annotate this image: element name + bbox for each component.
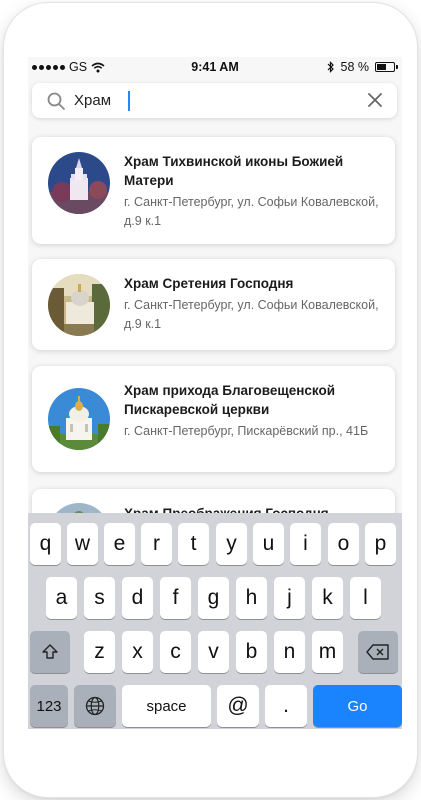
key-d[interactable]: d: [122, 577, 153, 619]
list-item[interactable]: Храм Сретения Господня г. Санкт-Петербур…: [32, 259, 395, 350]
globe-icon: [85, 696, 105, 716]
go-button[interactable]: Go: [313, 685, 402, 727]
key-x[interactable]: x: [122, 631, 153, 673]
backspace-icon: [366, 644, 389, 660]
key-o[interactable]: o: [328, 523, 359, 565]
church-photo-1: [48, 152, 110, 214]
key-i[interactable]: i: [290, 523, 321, 565]
screen: GS 9:41 AM 58 % Храм Храм Тихвинской ико…: [28, 57, 402, 729]
key-y[interactable]: y: [216, 523, 247, 565]
key-e[interactable]: e: [104, 523, 135, 565]
church-address: г. Санкт-Петербург, ул. Софьи Ковалевско…: [124, 195, 379, 228]
key-h[interactable]: h: [236, 577, 267, 619]
key-b[interactable]: b: [236, 631, 267, 673]
battery-icon: [375, 62, 398, 72]
key-l[interactable]: l: [350, 577, 381, 619]
key-n[interactable]: n: [274, 631, 305, 673]
key-m[interactable]: m: [312, 631, 343, 673]
key-k[interactable]: k: [312, 577, 343, 619]
search-input[interactable]: [74, 88, 324, 113]
church-title: Храм прихода Благовещенской Пискаревской…: [124, 383, 336, 417]
key-q[interactable]: q: [30, 523, 61, 565]
status-bar: GS 9:41 AM 58 %: [28, 57, 402, 77]
dot-key[interactable]: .: [265, 685, 307, 727]
key-s[interactable]: s: [84, 577, 115, 619]
phone-frame: GS 9:41 AM 58 % Храм Храм Тихвинской ико…: [4, 3, 417, 797]
key-t[interactable]: t: [178, 523, 209, 565]
church-address: г. Санкт-Петербург, ул. Софьи Ковалевско…: [124, 298, 379, 331]
church-photo-2: [48, 274, 110, 336]
at-key[interactable]: @: [217, 685, 259, 727]
space-key[interactable]: space: [122, 685, 211, 727]
key-r[interactable]: r: [141, 523, 172, 565]
church-title: Храм Тихвинской иконы Божией Матери: [124, 154, 344, 188]
battery-percent: 58 %: [340, 60, 370, 74]
key-f[interactable]: f: [160, 577, 191, 619]
key-j[interactable]: j: [274, 577, 305, 619]
status-right: 58 %: [327, 60, 398, 74]
church-address: г. Санкт-Петербург, Пискарёвский пр., 41…: [124, 424, 369, 438]
church-photo-3: [48, 388, 110, 450]
bluetooth-icon: [327, 61, 334, 73]
key-u[interactable]: u: [253, 523, 284, 565]
shift-key[interactable]: [30, 631, 70, 673]
text-cursor: [128, 90, 130, 111]
key-c[interactable]: c: [160, 631, 191, 673]
key-p[interactable]: p: [365, 523, 396, 565]
key-a[interactable]: a: [46, 577, 77, 619]
key-w[interactable]: w: [67, 523, 98, 565]
backspace-key[interactable]: [358, 631, 398, 673]
shift-icon: [42, 644, 58, 659]
list-item[interactable]: Храм Тихвинской иконы Божией Матери г. С…: [32, 137, 395, 244]
globe-key[interactable]: [74, 685, 116, 727]
key-g[interactable]: g: [198, 577, 229, 619]
church-title: Храм Сретения Господня: [124, 276, 294, 291]
key-z[interactable]: z: [84, 631, 115, 673]
keyboard: q w e r t y u i o p a s d f g h j k l z: [28, 513, 402, 729]
search-bar[interactable]: [32, 83, 397, 118]
close-icon[interactable]: [367, 92, 383, 108]
numbers-key[interactable]: 123: [30, 685, 68, 727]
search-icon: [47, 92, 65, 110]
list-item[interactable]: Храм прихода Благовещенской Пискаревской…: [32, 366, 395, 472]
key-v[interactable]: v: [198, 631, 229, 673]
